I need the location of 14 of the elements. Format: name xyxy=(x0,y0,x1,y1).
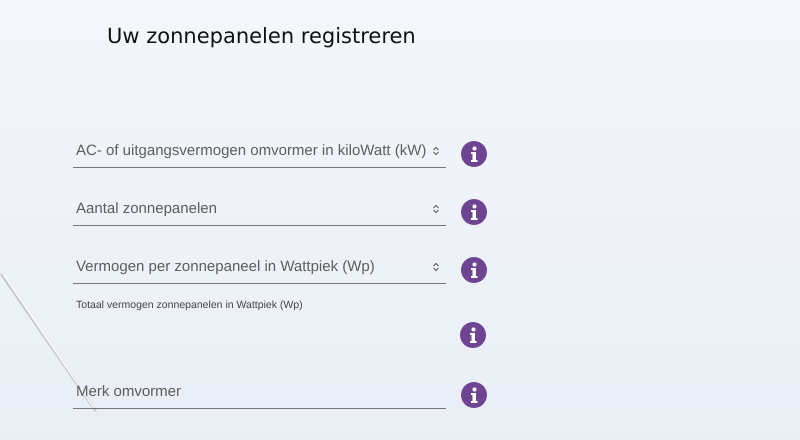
spinner-icon[interactable] xyxy=(432,261,440,273)
input-field[interactable]: Vermogen per zonnepaneel in Wattpiek (Wp) xyxy=(73,250,446,284)
input-field[interactable]: AC- of uitgangsvermogen omvormer in kiloWatt (kW) xyxy=(73,134,446,168)
spinner-icon[interactable] xyxy=(432,203,440,215)
spinner-icon[interactable] xyxy=(432,145,440,157)
input-field[interactable]: Merk omvormer xyxy=(73,374,446,409)
page-title: Uw zonnepanelen registreren xyxy=(107,23,417,50)
info-icon[interactable] xyxy=(461,141,487,167)
info-icon[interactable] xyxy=(461,382,487,408)
info-icon[interactable] xyxy=(460,322,486,348)
total-label: Totaal vermogen zonnepanelen in Wattpiek (Wp) xyxy=(76,298,304,313)
info-icon[interactable] xyxy=(461,257,487,283)
input-field[interactable]: Aantal zonnepanelen xyxy=(73,192,446,226)
info-icon[interactable] xyxy=(461,199,487,225)
